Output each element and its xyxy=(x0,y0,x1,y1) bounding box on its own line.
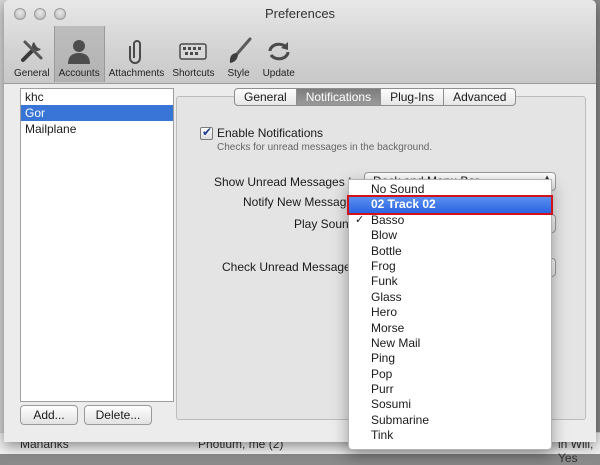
menu-item-glass[interactable]: Glass xyxy=(349,290,551,305)
menu-item-sosumi[interactable]: Sosumi xyxy=(349,397,551,412)
window-title: Preferences xyxy=(264,6,336,21)
menu-item-02-track-02[interactable]: 02 Track 02 xyxy=(347,195,553,215)
keyboard-icon xyxy=(179,43,208,60)
toolbar-general[interactable]: General xyxy=(10,26,54,82)
refresh-icon xyxy=(268,42,290,61)
tab-advanced[interactable]: Advanced xyxy=(444,89,515,105)
menu-item-blow[interactable]: Blow xyxy=(349,228,551,243)
toolbar-general-label: General xyxy=(14,68,50,79)
notify-new-label: Notify New Messages: xyxy=(243,195,363,209)
sound-dropdown-menu: No Sound 02 Track 02 ✓ Basso Blow Bottle… xyxy=(347,179,553,450)
menu-item-bottle[interactable]: Bottle xyxy=(349,244,551,259)
menu-item-submarine[interactable]: Submarine xyxy=(349,413,551,428)
title-bar: Preferences General Accounts Attachments… xyxy=(4,0,596,84)
account-item-mailplane[interactable]: Mailplane xyxy=(21,121,173,137)
toolbar-shortcuts-label: Shortcuts xyxy=(172,68,215,79)
menu-item-frog[interactable]: Frog xyxy=(349,259,551,274)
menu-item-new-mail[interactable]: New Mail xyxy=(349,336,551,351)
toolbar-attachments-label: Attachments xyxy=(108,68,165,79)
toolbar-update[interactable]: Update xyxy=(259,26,299,82)
paperclip-icon xyxy=(128,40,141,64)
toolbar-style-label: Style xyxy=(227,68,250,79)
toolbar-shortcuts[interactable]: Shortcuts xyxy=(168,26,218,82)
tab-general[interactable]: General xyxy=(235,89,297,105)
check-unread-label: Check Unread Messages xyxy=(222,260,357,274)
menu-item-basso-label: Basso xyxy=(371,212,405,227)
toolbar-accounts-label: Accounts xyxy=(58,68,100,79)
tools-icon xyxy=(20,40,43,62)
enable-notifications-checkbox[interactable] xyxy=(200,125,213,140)
accounts-list[interactable]: khc Gor Mailplane xyxy=(20,88,174,402)
menu-item-tink[interactable]: Tink xyxy=(349,428,551,443)
show-unread-label: Show Unread Messages In: xyxy=(214,175,362,189)
toolbar-attachments[interactable]: Attachments xyxy=(105,26,169,82)
menu-item-hero[interactable]: Hero xyxy=(349,305,551,320)
menu-item-pop[interactable]: Pop xyxy=(349,367,551,382)
preferences-toolbar: General Accounts Attachments Shortcuts S… xyxy=(10,26,299,82)
add-account-button[interactable]: Add... xyxy=(20,405,78,425)
tab-notifications[interactable]: Notifications xyxy=(296,89,382,105)
menu-item-basso[interactable]: ✓ Basso xyxy=(349,213,551,228)
toolbar-style[interactable]: Style xyxy=(219,26,259,82)
enable-notifications-hint: Checks for unread messages in the backgr… xyxy=(217,142,433,153)
menu-item-purr[interactable]: Purr xyxy=(349,382,551,397)
brush-icon xyxy=(229,37,252,63)
delete-account-button[interactable]: Delete... xyxy=(84,405,152,425)
accounts-icon xyxy=(68,40,91,64)
enable-notifications-row: Enable Notifications xyxy=(200,125,324,140)
menu-item-no-sound[interactable]: No Sound xyxy=(349,182,551,197)
menu-item-ping[interactable]: Ping xyxy=(349,351,551,366)
toolbar-accounts[interactable]: Accounts xyxy=(53,26,105,82)
menu-item-morse[interactable]: Morse xyxy=(349,321,551,336)
tab-plug-ins[interactable]: Plug-Ins xyxy=(381,89,445,105)
account-item-gor[interactable]: Gor xyxy=(21,105,173,121)
settings-tabs: General Notifications Plug-Ins Advanced xyxy=(234,88,517,106)
checkmark-icon: ✓ xyxy=(355,213,365,226)
enable-notifications-label: Enable Notifications xyxy=(217,126,324,140)
menu-item-funk[interactable]: Funk xyxy=(349,274,551,289)
account-item-khc[interactable]: khc xyxy=(21,89,173,105)
toolbar-update-label: Update xyxy=(262,68,295,79)
